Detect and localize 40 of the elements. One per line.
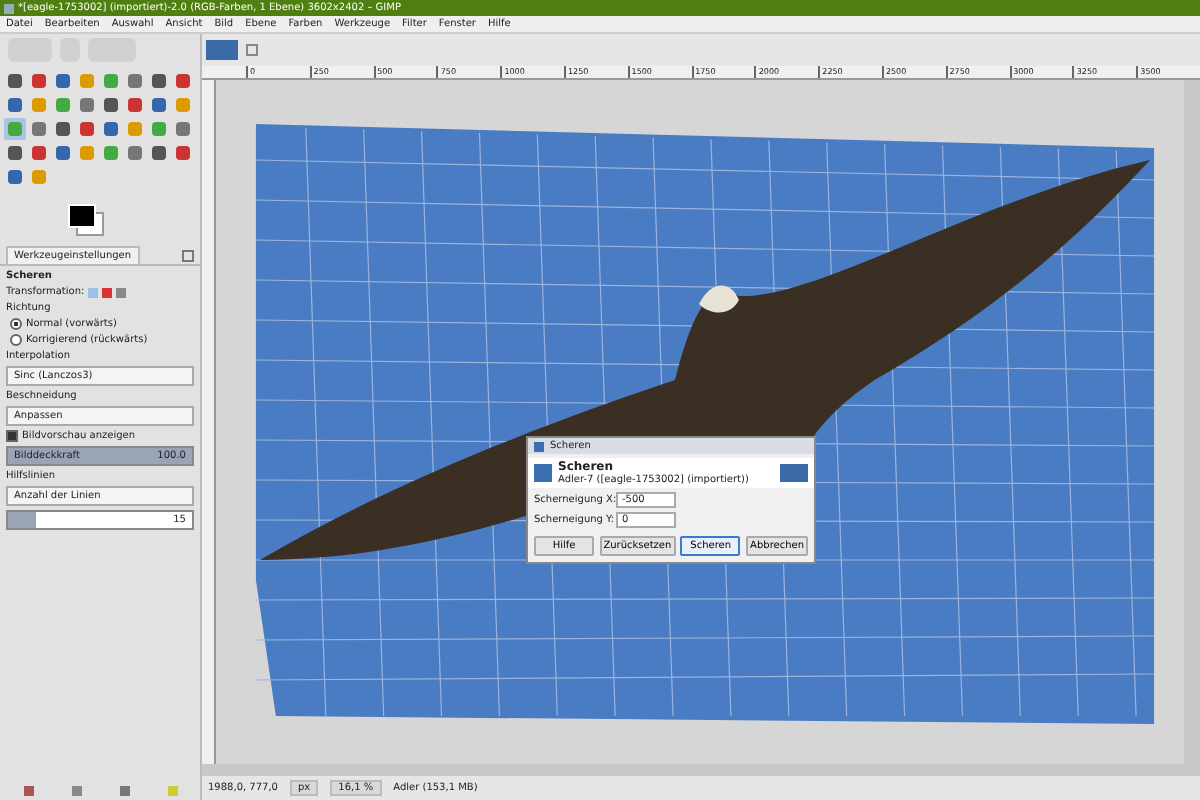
path-icon[interactable] bbox=[116, 287, 127, 297]
tool-icon[interactable] bbox=[100, 94, 122, 116]
save-icon[interactable] bbox=[23, 786, 33, 796]
tool-icon[interactable] bbox=[172, 142, 194, 164]
tool-icon[interactable] bbox=[148, 142, 170, 164]
menu-icon[interactable] bbox=[182, 249, 194, 261]
shear-icon bbox=[534, 441, 544, 451]
tool-icon[interactable] bbox=[52, 142, 74, 164]
radio-button[interactable] bbox=[10, 318, 22, 330]
color-swatches[interactable] bbox=[68, 204, 104, 234]
image-thumbnail[interactable] bbox=[206, 40, 238, 60]
radio-button[interactable] bbox=[10, 334, 22, 346]
tool-icon[interactable] bbox=[124, 94, 146, 116]
delete-icon[interactable] bbox=[119, 786, 129, 796]
tool-icon[interactable] bbox=[148, 70, 170, 92]
restore-icon[interactable] bbox=[71, 786, 81, 796]
horizontal-scrollbar[interactable] bbox=[202, 764, 1200, 776]
close-icon[interactable] bbox=[246, 44, 258, 56]
tool-icon[interactable] bbox=[100, 118, 122, 140]
tool-icon[interactable] bbox=[4, 70, 26, 92]
tool-icon[interactable] bbox=[4, 166, 26, 188]
tool-icon[interactable] bbox=[52, 70, 74, 92]
vertical-scrollbar[interactable] bbox=[1184, 80, 1200, 764]
tool-icon[interactable] bbox=[28, 118, 50, 140]
tool-icon[interactable] bbox=[76, 118, 98, 140]
tool-icon[interactable] bbox=[52, 118, 74, 140]
tool-icon[interactable] bbox=[172, 70, 194, 92]
checkbox[interactable] bbox=[6, 430, 18, 442]
selection-icon[interactable] bbox=[102, 287, 113, 297]
tool-icon[interactable] bbox=[148, 94, 170, 116]
tool-icon[interactable] bbox=[124, 142, 146, 164]
tool-icon[interactable] bbox=[28, 70, 50, 92]
tool-icon[interactable] bbox=[172, 118, 194, 140]
tool-icon[interactable] bbox=[4, 94, 26, 116]
tool-icon[interactable] bbox=[4, 142, 26, 164]
tool-icon[interactable] bbox=[28, 142, 50, 164]
tool-icon[interactable] bbox=[76, 94, 98, 116]
app-icon bbox=[4, 3, 14, 13]
image-thumbnail bbox=[780, 464, 808, 482]
tool-icon[interactable] bbox=[124, 70, 146, 92]
